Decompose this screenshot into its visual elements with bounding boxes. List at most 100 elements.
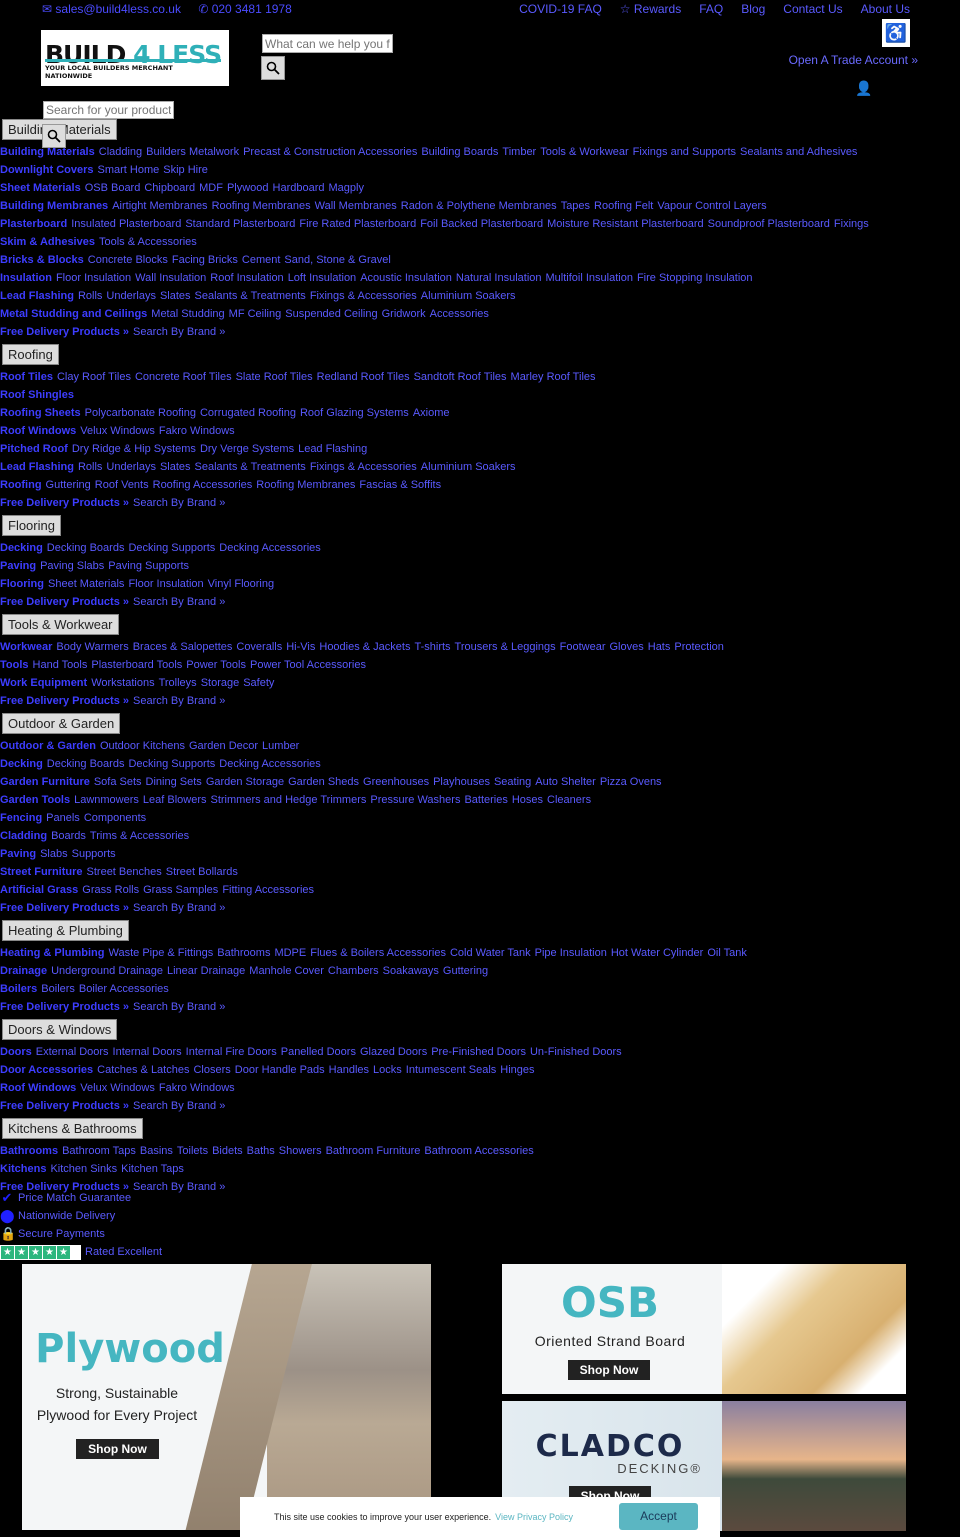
- menu-heading-link[interactable]: Downlight Covers: [0, 164, 94, 176]
- menu-item-link[interactable]: Bathrooms: [217, 947, 270, 959]
- menu-heading-link[interactable]: Free Delivery Products »: [0, 326, 129, 338]
- user-account-icon[interactable]: 👤: [855, 80, 872, 97]
- menu-item-link[interactable]: Power Tool Accessories: [250, 659, 366, 671]
- menu-item-link[interactable]: Hand Tools: [33, 659, 88, 671]
- menu-item-link[interactable]: Trousers & Leggings: [455, 641, 556, 653]
- menu-item-link[interactable]: Slates: [160, 461, 191, 473]
- menu-item-link[interactable]: Kitchen Sinks: [50, 1163, 117, 1175]
- menu-item-link[interactable]: Soundproof Plasterboard: [708, 218, 830, 230]
- menu-item-link[interactable]: Roofing Felt: [594, 200, 653, 212]
- menu-item-link[interactable]: Batteries: [464, 794, 507, 806]
- menu-item-link[interactable]: Footwear: [560, 641, 606, 653]
- menu-item-link[interactable]: Roofing Membranes: [256, 479, 355, 491]
- menu-item-link[interactable]: Redland Roof Tiles: [317, 371, 410, 383]
- menu-item-link[interactable]: Fixings: [834, 218, 869, 230]
- menu-item-link[interactable]: Cement: [242, 254, 281, 266]
- menu-item-link[interactable]: Playhouses: [433, 776, 490, 788]
- menu-heading-link[interactable]: Artificial Grass: [0, 884, 78, 896]
- menu-heading-link[interactable]: Street Furniture: [0, 866, 83, 878]
- menu-item-link[interactable]: Guttering: [46, 479, 91, 491]
- menu-item-link[interactable]: Fakro Windows: [159, 1082, 235, 1094]
- product-search-button[interactable]: [42, 124, 66, 148]
- menu-item-link[interactable]: Sealants & Treatments: [195, 461, 306, 473]
- menu-item-link[interactable]: Boilers: [41, 983, 75, 995]
- menu-item-link[interactable]: Cleaners: [547, 794, 591, 806]
- category-button[interactable]: Heating & Plumbing: [2, 920, 129, 941]
- product-search-input[interactable]: [43, 101, 174, 119]
- menu-item-link[interactable]: Decking Supports: [128, 542, 215, 554]
- category-button[interactable]: Flooring: [2, 515, 61, 536]
- menu-item-link[interactable]: Seating: [494, 776, 531, 788]
- menu-item-link[interactable]: Slabs: [40, 848, 68, 860]
- menu-heading-link[interactable]: Roof Tiles: [0, 371, 53, 383]
- search-input[interactable]: [262, 34, 393, 53]
- menu-heading-link[interactable]: Roof Windows: [0, 1082, 76, 1094]
- category-button[interactable]: Tools & Workwear: [2, 614, 119, 635]
- accept-cookies-button[interactable]: Accept: [619, 1503, 698, 1530]
- menu-item-link[interactable]: Plywood: [227, 182, 269, 194]
- plywood-shop-now-button[interactable]: Shop Now: [76, 1439, 159, 1459]
- menu-item-link[interactable]: Bidets: [212, 1145, 243, 1157]
- menu-heading-link[interactable]: Outdoor & Garden: [0, 740, 96, 752]
- menu-item-link[interactable]: Velux Windows: [80, 1082, 155, 1094]
- menu-heading-link[interactable]: Free Delivery Products »: [0, 695, 129, 707]
- menu-item-link[interactable]: Foil Backed Plasterboard: [420, 218, 543, 230]
- menu-heading-link[interactable]: Garden Furniture: [0, 776, 90, 788]
- menu-item-link[interactable]: T-shirts: [414, 641, 450, 653]
- menu-item-link[interactable]: Rolls: [78, 290, 102, 302]
- menu-item-link[interactable]: Coveralls: [236, 641, 282, 653]
- menu-item-link[interactable]: Marley Roof Tiles: [511, 371, 596, 383]
- menu-heading-link[interactable]: Fencing: [0, 812, 42, 824]
- category-button[interactable]: Roofing: [2, 344, 59, 365]
- menu-heading-link[interactable]: Roofing Sheets: [0, 407, 81, 419]
- menu-item-link[interactable]: Hardboard: [273, 182, 325, 194]
- menu-item-link[interactable]: Soakaways: [383, 965, 439, 977]
- menu-heading-link[interactable]: Door Accessories: [0, 1064, 93, 1076]
- menu-heading-link[interactable]: Paving: [0, 848, 36, 860]
- menu-item-link[interactable]: Strimmers and Hedge Trimmers: [211, 794, 367, 806]
- menu-item-link[interactable]: Braces & Salopettes: [133, 641, 233, 653]
- menu-heading-link[interactable]: Tools: [0, 659, 29, 671]
- menu-heading-link[interactable]: Bathrooms: [0, 1145, 58, 1157]
- menu-item-link[interactable]: Fire Stopping Insulation: [637, 272, 753, 284]
- menu-item-link[interactable]: Glazed Doors: [360, 1046, 427, 1058]
- menu-item-link[interactable]: Bathroom Accessories: [424, 1145, 533, 1157]
- menu-item-link[interactable]: Cold Water Tank: [450, 947, 531, 959]
- menu-item-link[interactable]: Decking Supports: [128, 758, 215, 770]
- phone-link[interactable]: ✆ 020 3481 1978: [198, 2, 291, 16]
- menu-item-link[interactable]: Protection: [674, 641, 724, 653]
- menu-item-link[interactable]: Pizza Ovens: [600, 776, 662, 788]
- menu-item-link[interactable]: Fascias & Soffits: [359, 479, 441, 491]
- menu-heading-link[interactable]: Boilers: [0, 983, 37, 995]
- menu-item-link[interactable]: Loft Insulation: [288, 272, 357, 284]
- category-button[interactable]: Outdoor & Garden: [2, 713, 121, 734]
- menu-item-link[interactable]: Un-Finished Doors: [530, 1046, 622, 1058]
- menu-item-link[interactable]: Dining Sets: [146, 776, 202, 788]
- menu-item-link[interactable]: Grass Samples: [143, 884, 218, 896]
- menu-item-link[interactable]: Search By Brand »: [133, 596, 225, 608]
- menu-heading-link[interactable]: Plasterboard: [0, 218, 67, 230]
- menu-item-link[interactable]: Waste Pipe & Fittings: [109, 947, 214, 959]
- menu-heading-link[interactable]: Free Delivery Products »: [0, 1001, 129, 1013]
- menu-item-link[interactable]: Hinges: [500, 1064, 534, 1076]
- menu-item-link[interactable]: Airtight Membranes: [112, 200, 207, 212]
- menu-item-link[interactable]: Garden Storage: [206, 776, 284, 788]
- privacy-policy-link[interactable]: View Privacy Policy: [495, 1512, 573, 1522]
- menu-item-link[interactable]: Roof Glazing Systems: [300, 407, 409, 419]
- menu-item-link[interactable]: Underlays: [106, 461, 156, 473]
- menu-heading-link[interactable]: Heating & Plumbing: [0, 947, 105, 959]
- menu-item-link[interactable]: Multifoil Insulation: [546, 272, 633, 284]
- search-button[interactable]: [261, 56, 285, 80]
- menu-item-link[interactable]: Workstations: [91, 677, 154, 689]
- menu-item-link[interactable]: Handles: [329, 1064, 369, 1076]
- menu-heading-link[interactable]: Building Membranes: [0, 200, 108, 212]
- menu-item-link[interactable]: Tools & Accessories: [99, 236, 197, 248]
- menu-item-link[interactable]: Search By Brand »: [133, 1001, 225, 1013]
- menu-item-link[interactable]: Panels: [46, 812, 80, 824]
- menu-item-link[interactable]: MDF: [199, 182, 223, 194]
- open-trade-account-link[interactable]: Open A Trade Account »: [789, 53, 918, 67]
- menu-item-link[interactable]: Tools & Workwear: [540, 146, 628, 158]
- menu-item-link[interactable]: Boards: [51, 830, 86, 842]
- menu-heading-link[interactable]: Pitched Roof: [0, 443, 68, 455]
- menu-item-link[interactable]: Hoodies & Jackets: [319, 641, 410, 653]
